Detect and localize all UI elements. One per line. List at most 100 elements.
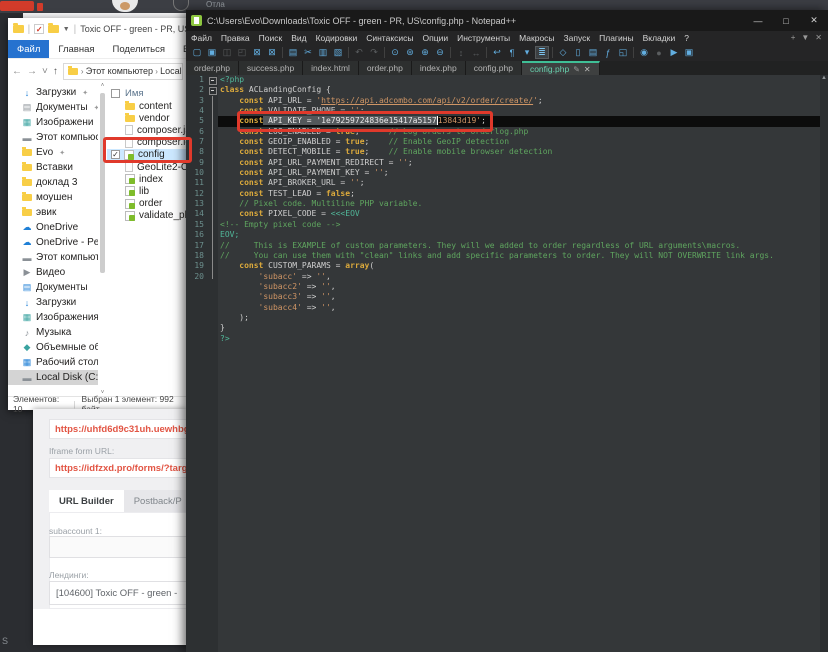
close-file-icon[interactable]: ⊠ bbox=[250, 46, 264, 59]
breadcrumb-item[interactable]: Local bbox=[160, 66, 182, 76]
code-text[interactable]: ); bbox=[218, 313, 828, 323]
code-text[interactable]: const API_URL = 'https://api.adcombo.com… bbox=[218, 96, 828, 106]
menu-right-icon[interactable]: + bbox=[791, 33, 796, 42]
macro-stop-icon[interactable]: ● bbox=[652, 46, 666, 59]
undo-icon[interactable]: ↶ bbox=[352, 46, 366, 59]
wrap-icon[interactable]: ↩ bbox=[490, 46, 504, 59]
sync-h-icon[interactable]: ↔ bbox=[469, 46, 483, 59]
sidebar-item[interactable]: доклад 3 bbox=[8, 175, 98, 190]
redo-icon[interactable]: ↷ bbox=[367, 46, 381, 59]
fold-marker[interactable] bbox=[208, 127, 218, 137]
code-text[interactable]: } bbox=[218, 323, 828, 333]
show-symbols-icon[interactable]: ¶ bbox=[505, 46, 519, 59]
code-text[interactable]: const PIXEL_CODE = <<<EOV bbox=[218, 209, 828, 219]
doc-list-icon[interactable]: ▤ bbox=[586, 46, 600, 59]
editor-tab[interactable]: index.html bbox=[303, 61, 359, 75]
editor-tab[interactable]: config.php✎✕ bbox=[522, 61, 600, 75]
macro-run-icon[interactable]: ▣ bbox=[682, 46, 696, 59]
fold-marker[interactable] bbox=[208, 116, 218, 126]
scroll-up-icon[interactable]: ˄ bbox=[98, 83, 107, 89]
fold-marker[interactable] bbox=[208, 251, 218, 261]
menu-item[interactable]: Макросы bbox=[519, 33, 554, 43]
menu-item[interactable]: Опции bbox=[423, 33, 449, 43]
doc-map-icon[interactable]: ▯ bbox=[571, 46, 585, 59]
function-list-icon[interactable]: ƒ bbox=[601, 46, 615, 59]
code-text[interactable]: // Pixel code. Multiline PHP variable. bbox=[218, 199, 828, 209]
editor-scrollbar[interactable]: ▲ bbox=[820, 75, 828, 652]
code-text[interactable]: 'subacc4' => '', bbox=[218, 303, 828, 313]
fold-marker[interactable] bbox=[208, 168, 218, 178]
cut-icon[interactable]: ✂ bbox=[301, 46, 315, 59]
copy-icon[interactable]: ▥ bbox=[316, 46, 330, 59]
new-file-icon[interactable]: ▢ bbox=[190, 46, 204, 59]
file-row[interactable]: vendor bbox=[107, 112, 187, 124]
save-all-icon[interactable]: ◰ bbox=[235, 46, 249, 59]
code-text[interactable]: ?> bbox=[218, 334, 828, 344]
sidebar-item[interactable]: ▤Документы✦ bbox=[8, 100, 98, 115]
menu-item[interactable]: Вкладки bbox=[643, 33, 676, 43]
ribbon-tab[interactable]: Файл bbox=[8, 40, 49, 58]
file-row[interactable]: validate_phon bbox=[107, 210, 187, 222]
find-icon[interactable]: ⊙ bbox=[388, 46, 402, 59]
menu-item[interactable]: Плагины bbox=[599, 33, 633, 43]
ribbon-tab[interactable]: Главная bbox=[49, 40, 103, 58]
menu-item[interactable]: Поиск bbox=[259, 33, 283, 43]
minimize-button[interactable]: — bbox=[744, 10, 772, 31]
sidebar-item[interactable]: Вставки bbox=[8, 160, 98, 175]
fold-marker[interactable] bbox=[208, 96, 218, 106]
explorer-title-bar[interactable]: | ✓ ▼ | Toxic OFF - green - PR, US bbox=[8, 18, 187, 40]
editor-tab[interactable]: config.php bbox=[466, 61, 522, 75]
fold-marker[interactable] bbox=[208, 85, 218, 95]
fold-marker[interactable] bbox=[208, 158, 218, 168]
menu-right-icon[interactable]: ✕ bbox=[815, 33, 822, 42]
maximize-button[interactable]: □ bbox=[772, 10, 800, 31]
chevron-down-icon[interactable]: ▼ bbox=[63, 26, 70, 33]
code-text[interactable]: const GEOIP_ENABLED = true; // Enable Ge… bbox=[218, 137, 828, 147]
code-text[interactable]: const TEST_LEAD = false; bbox=[218, 189, 828, 199]
menu-item[interactable]: Правка bbox=[221, 33, 250, 43]
fold-marker[interactable] bbox=[208, 209, 218, 219]
sidebar-item[interactable]: ◆Объемные объ bbox=[8, 340, 98, 355]
editor-tab[interactable]: success.php bbox=[239, 61, 303, 75]
zoom-in-icon[interactable]: ⊕ bbox=[418, 46, 432, 59]
code-text[interactable]: 'subacc3' => '', bbox=[218, 292, 828, 302]
fold-marker[interactable] bbox=[208, 137, 218, 147]
fold-marker[interactable] bbox=[208, 106, 218, 116]
menu-item[interactable]: Вид bbox=[291, 33, 306, 43]
code-text[interactable]: EOV; bbox=[218, 230, 828, 240]
scrollbar-thumb[interactable] bbox=[100, 93, 105, 273]
sync-v-icon[interactable]: ↕ bbox=[454, 46, 468, 59]
sidebar-item[interactable]: ▬Этот компьютер bbox=[8, 250, 98, 265]
subaccount-input[interactable] bbox=[49, 536, 186, 558]
close-button[interactable]: ✕ bbox=[800, 10, 828, 31]
code-text[interactable]: const CUSTOM_PARAMS = array( bbox=[218, 261, 828, 271]
menu-item[interactable]: Запуск bbox=[564, 33, 591, 43]
file-row[interactable]: content bbox=[107, 100, 187, 112]
select-all-checkbox[interactable] bbox=[111, 89, 120, 98]
quick-access-check-icon[interactable]: ✓ bbox=[34, 24, 44, 34]
menu-item[interactable]: Синтаксисы bbox=[366, 33, 413, 43]
indent-guide-icon[interactable]: ≣ bbox=[535, 46, 549, 59]
sidebar-item[interactable]: ▶Видео bbox=[8, 265, 98, 280]
macro-play-icon[interactable]: ▶ bbox=[667, 46, 681, 59]
code-text[interactable]: 'subacc2' => '', bbox=[218, 282, 828, 292]
up-icon[interactable]: ↑ bbox=[53, 66, 58, 77]
offer-url-field[interactable]: https://uhfd6d9c31uh.uewhbgfvds bbox=[49, 419, 186, 439]
editor-tab[interactable]: order.php bbox=[359, 61, 412, 75]
file-row[interactable]: order bbox=[107, 198, 187, 210]
close-tab-icon[interactable]: ✕ bbox=[584, 65, 591, 74]
open-file-icon[interactable]: ▣ bbox=[205, 46, 219, 59]
paste-icon[interactable]: ▧ bbox=[331, 46, 345, 59]
sidebar-item[interactable]: Evo✦ bbox=[8, 145, 98, 160]
code-text[interactable]: <?php bbox=[218, 75, 828, 85]
fold-marker[interactable] bbox=[208, 189, 218, 199]
dropdown-icon[interactable]: ▾ bbox=[520, 46, 534, 59]
code-text[interactable]: // This is EXAMPLE of custom parameters.… bbox=[218, 241, 828, 251]
print-icon[interactable]: ▤ bbox=[286, 46, 300, 59]
ribbon-tab[interactable]: Поделиться bbox=[104, 40, 174, 58]
code-text[interactable]: const API_BROKER_URL = ''; bbox=[218, 178, 828, 188]
page-tab[interactable]: Postback/P bbox=[124, 490, 186, 512]
sidebar-item[interactable]: ▬Этот компьюс✦ bbox=[8, 130, 98, 145]
forward-icon[interactable]: → bbox=[27, 66, 37, 77]
sidebar-item[interactable]: ☁OneDrive bbox=[8, 220, 98, 235]
